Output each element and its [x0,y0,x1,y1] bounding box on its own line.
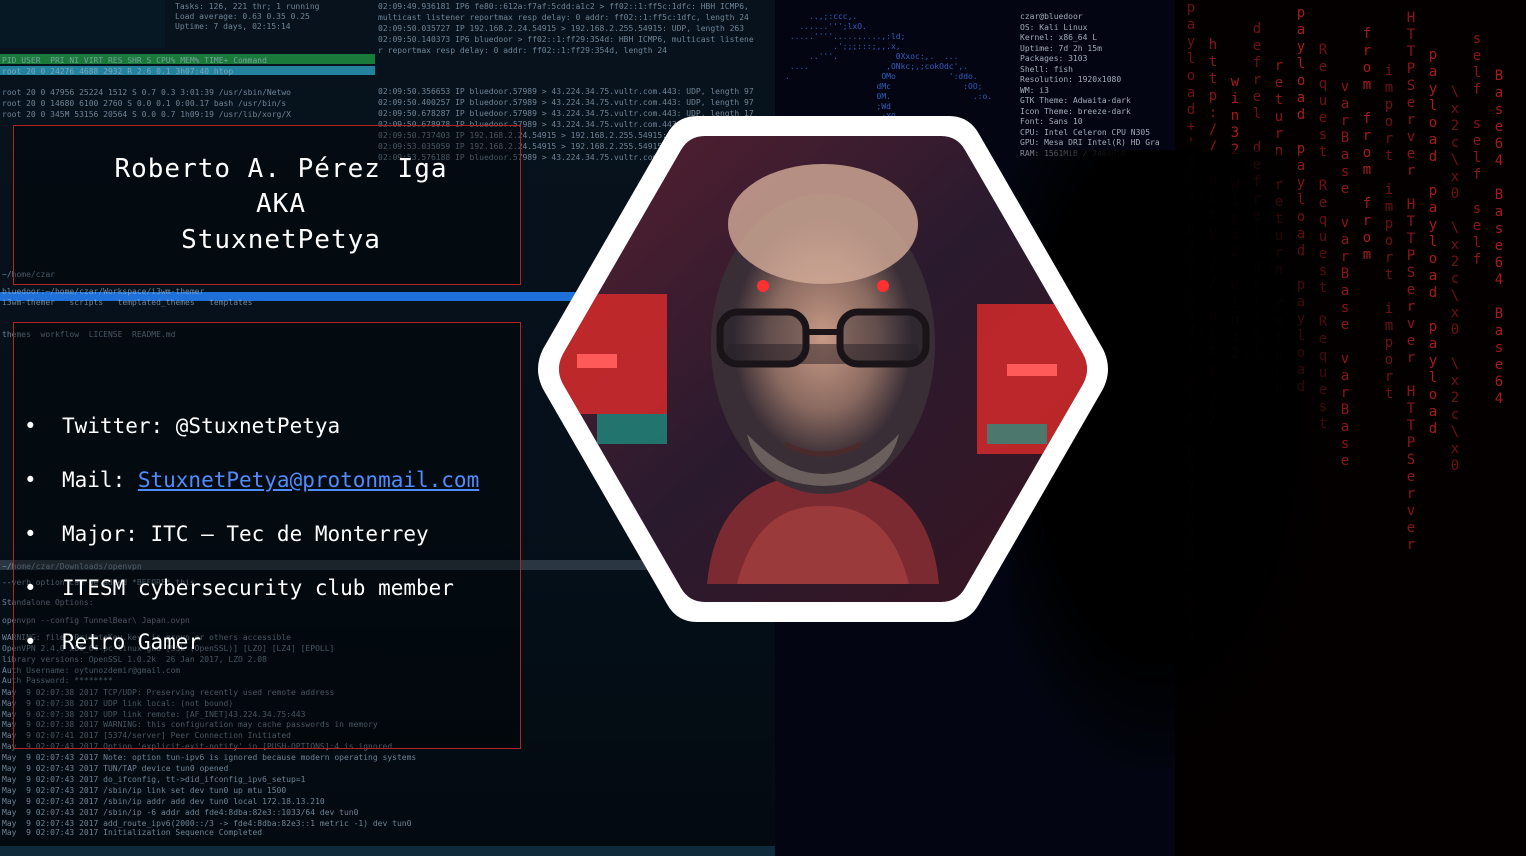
terminal-line: bluedoor:~/home/czar/Workspace/i3wm-them… [2,287,205,296]
terminal-line: May 9 02:07:43 2017 do_ifconfig, tt->did… [2,775,306,784]
neofetch-line: Shell: fish [1020,64,1073,74]
bullet-icon: • [24,630,37,654]
info-item-label: Mail: [62,468,138,492]
neofetch-line: GTK Theme: Adwaita-dark [1020,96,1131,105]
terminal-line: PID USER PRI NI VIRT RES SHR S CPU% MEM%… [2,56,267,65]
terminal-line: May 9 02:07:43 2017 TUN/TAP device tun0 … [2,764,229,773]
terminal-line: May 9 02:07:43 2017 Initialization Seque… [2,828,263,837]
tcpdump-line: 02:09:50.400257 IP bluedoor.57989 > 43.2… [378,98,754,107]
aka-label: AKA [256,189,306,219]
info-item-label: Twitter: @StuxnetPetya [62,414,341,438]
tcpdump-line: 02:09:50.356653 IP bluedoor.57989 > 43.2… [378,87,754,96]
neofetch-line: Packages: 3103 [1020,54,1088,63]
terminal-line: root 20 0 345M 53156 20564 S 0.0 0.7 1h0… [2,110,291,119]
tcpdump-line: r reportmax resp delay: 0 addr: ff02::1:… [378,46,667,55]
terminal-line: May 9 02:07:43 2017 Note: option tun-ipv… [2,753,417,762]
profile-alias: StuxnetPetya [181,225,381,255]
avatar [537,114,1109,624]
info-item: • Twitter: @StuxnetPetya [24,414,340,438]
terminal-line: root 20 0 24276 4688 2932 R 2.6 0.1 3h07… [2,67,234,76]
email-link[interactable]: StuxnetPetya@protonmail.com [138,468,479,492]
matrix-column: payload payload payload [1425,47,1441,438]
neofetch-line: OS: Kali Linux [1020,22,1088,32]
neofetch-line: Resolution: 1920x1080 [1020,75,1122,84]
terminal-line: root 20 0 47956 25224 1512 S 0.7 0.3 3:0… [2,88,291,97]
neofetch-line: WM: i3 [1020,85,1049,95]
terminal-line: Tasks: 126, 221 thr; 1 running [175,2,320,11]
neofetch-line: Uptime: 7d 2h 15m [1020,43,1102,53]
matrix-column: HTTPServer HTTPServer HTTPServer [1403,10,1419,554]
matrix-column: import import import [1381,63,1397,403]
bullet-icon: • [24,468,37,492]
tcpdump-line: 02:09:49.936181 IP6 fe80::612a:f7af:5cdd… [378,2,749,11]
info-item-label: Retro Gamer [62,630,202,654]
terminal-line: i3wm-themer scripts templated_themes tem… [2,298,253,307]
terminal-line: May 9 02:07:43 2017 /sbin/ip -6 addr add… [2,808,359,817]
info-item-label: Major: ITC – Tec de Monterrey [62,522,429,546]
tcpdump-line: multicast listener reportmax resp delay:… [378,13,749,22]
profile-name: Roberto A. Pérez Iga [114,154,448,184]
terminal-line: May 9 02:07:43 2017 /sbin/ip link set de… [2,786,287,795]
info-item-label: ITESM cybersecurity club member [62,576,454,600]
info-item: • Retro Gamer [24,630,201,654]
info-item: • Mail: StuxnetPetya@protonmail.com [24,468,479,492]
info-item: • ITESM cybersecurity club member [24,576,454,600]
tcpdump-line: 02:09:50.035727 IP 192.168.2.24.54915 > … [378,24,745,33]
bullet-icon: • [24,522,37,546]
matrix-column: from from from [1359,26,1375,264]
htop-meter-panel [0,0,165,48]
tcpdump-line: 02:09:50.140373 IP6 bluedoor > ff02::1:f… [378,35,754,44]
neofetch-line: czar@bluedoor [1020,12,1083,21]
matrix-column: Base64 Base64 Base64 [1491,68,1507,408]
info-item: • Major: ITC – Tec de Monterrey [24,522,429,546]
statusbar [0,846,775,856]
matrix-column: self self self [1469,31,1485,269]
terminal-line: May 9 02:07:43 2017 /sbin/ip addr add de… [2,797,325,806]
bullet-icon: • [24,576,37,600]
hacker-portrait-icon [538,116,1108,622]
terminal-line: Uptime: 7 days, 02:15:14 [175,22,291,31]
name-frame: Roberto A. Pérez Iga AKA StuxnetPetya [13,125,521,285]
neofetch-line: Kernel: x86_64 L [1020,33,1098,42]
bullet-icon: • [24,414,37,438]
terminal-line: Load average: 0.63 0.35 0.25 [175,12,310,21]
terminal-line: root 20 0 14680 6100 2760 S 0.0 0.1 0:00… [2,99,287,108]
matrix-column: \x2c\x0 \x2c\x0 \x2c\x0 [1447,84,1463,475]
